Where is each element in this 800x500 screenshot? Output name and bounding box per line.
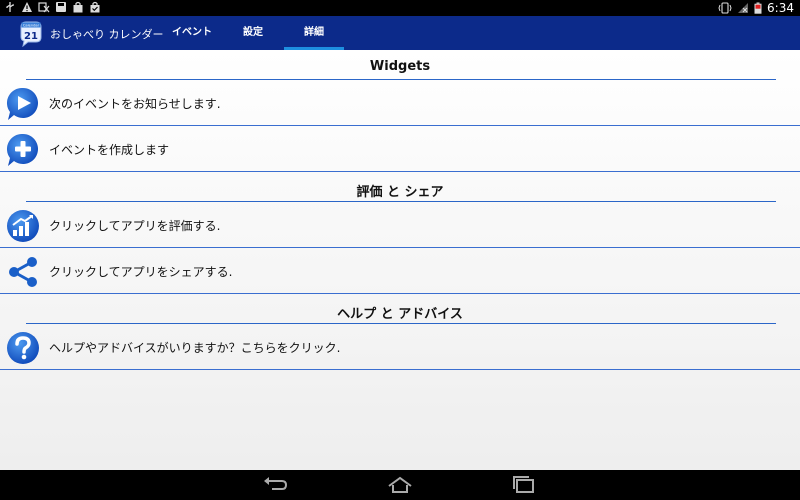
back-icon[interactable] [260,475,290,495]
list-item-help[interactable]: ヘルプやアドバイスがいりますか？こちらをクリック. [0,324,800,370]
logo-top-text: Calendar [23,24,40,28]
section-title: ヘルプ と アドバイス [337,307,463,322]
battery-icon [754,2,762,14]
notification-icons [4,1,101,13]
save-icon [56,2,66,12]
shopping-bag-icon [73,1,83,13]
help-icon [7,332,39,364]
status-bar: 6:34 [0,0,800,16]
list-item-share-app[interactable]: クリックしてアプリをシェアする. [0,248,800,294]
list-item-rate-app[interactable]: クリックしてアプリを評価する. [0,202,800,248]
tab-events[interactable]: イベント [163,16,221,50]
tab-details-label: 詳細 [304,27,324,38]
app-logo-icon[interactable]: 21 Calendar [18,19,44,47]
list-item-label: 次のイベントをお知らせします. [49,97,221,111]
recent-apps-icon[interactable] [509,475,539,495]
list-item-create-event-widget[interactable]: イベントを作成します [0,126,800,172]
alarm-off-icon [38,2,50,13]
section-title: Widgets [369,59,431,74]
navigation-bar [0,470,800,500]
list-item-label: イベントを作成します [49,143,170,157]
tab-events-label: イベント [172,27,212,38]
section-header-help-advice: ヘルプ と アドバイス [0,294,800,324]
no-signal-icon [738,3,749,13]
tab-settings[interactable]: 設定 [225,16,281,50]
list-item-next-event-widget[interactable]: 次のイベントをお知らせします. [0,80,800,126]
add-icon [6,133,38,166]
logo-badge-number: 21 [24,31,38,42]
action-bar: 21 Calendar おしゃべり カレンダー イベント 設定 詳細 [0,16,800,50]
tab-details[interactable]: 詳細 [284,16,344,50]
home-icon[interactable] [385,475,415,495]
clock: 6:34 [767,1,794,15]
usb-icon [6,2,14,12]
tab-settings-label: 設定 [243,27,263,38]
share-icon [9,257,37,287]
list-item-label: クリックしてアプリをシェアする. [49,265,233,279]
section-title: 評価 と シェア [356,185,444,200]
section-header-widgets: Widgets [0,50,800,80]
list-item-label: ヘルプやアドバイスがいりますか？こちらをクリック. [49,341,341,355]
warning-icon [22,2,32,12]
vibrate-icon [718,2,732,14]
shopping-bag-check-icon [90,1,100,13]
list-item-label: クリックしてアプリを評価する. [49,219,221,233]
details-content: Widgets 次のイベントをお知らせします. イベントを作成します 評価 と … [0,50,800,470]
play-icon [6,87,38,120]
rate-chart-icon [7,210,39,242]
app-title: おしゃべり カレンダー [50,28,164,41]
section-header-rate-share: 評価 と シェア [0,172,800,202]
system-indicators: 6:34 [718,0,794,16]
